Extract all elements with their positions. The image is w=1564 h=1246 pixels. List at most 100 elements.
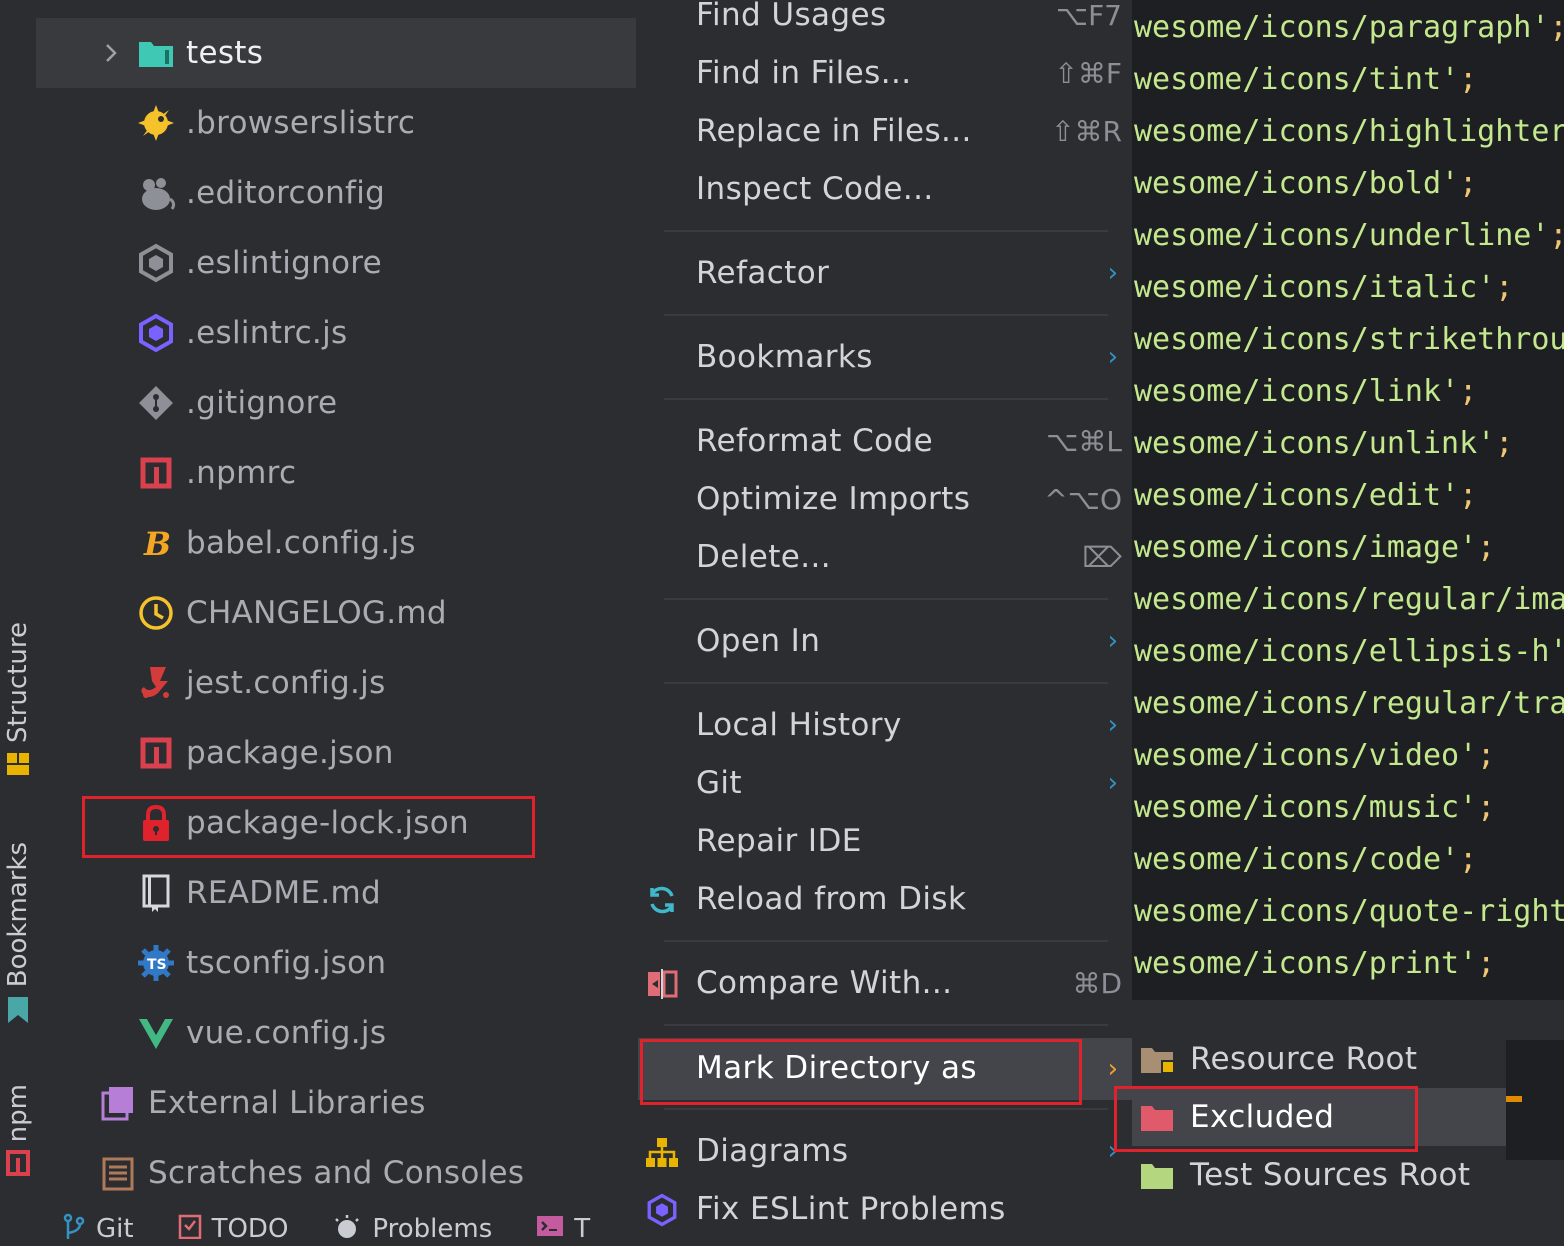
tree-item-label: babel.config.js — [186, 525, 416, 561]
tree-row-readme[interactable]: README.md — [36, 858, 636, 928]
submenu-item-resource-root[interactable]: Resource Root — [1132, 1030, 1506, 1088]
menu-item-bookmarks[interactable]: Bookmarks › — [638, 328, 1132, 386]
todo-tool-tab-label: TODO — [211, 1214, 289, 1244]
code-line: wesome/icons/regular/tra — [1134, 686, 1564, 721]
package-lock-highlight — [82, 796, 535, 858]
tree-item-label: .editorconfig — [186, 175, 386, 211]
context-menu: Find Usages ⌥F7 Find in Files... ⇧⌘F Rep… — [638, 0, 1132, 1246]
tree-row-changelog[interactable]: CHANGELOG.md — [36, 578, 636, 648]
tree-row-eslintrc[interactable]: .eslintrc.js — [36, 298, 636, 368]
menu-separator — [664, 682, 1108, 684]
tree-item-label: .eslintrc.js — [186, 315, 348, 351]
delete-key-icon: ⌦ — [1082, 540, 1122, 574]
menu-item-repair-ide[interactable]: Repair IDE — [638, 812, 1132, 870]
bookmarks-tab[interactable]: Bookmarks — [0, 842, 36, 1029]
tree-row-eslintignore[interactable]: .eslintignore — [36, 228, 636, 298]
tree-row-editorconfig[interactable]: .editorconfig — [36, 158, 636, 228]
menu-item-compare-with[interactable]: Compare With... ⌘D — [638, 954, 1132, 1012]
terminal-tool-tab[interactable]: T — [536, 1214, 590, 1245]
chevron-right-icon[interactable] — [98, 40, 124, 66]
menu-item-diagrams[interactable]: Diagrams › — [638, 1122, 1132, 1180]
vue-icon — [136, 1013, 176, 1053]
git-tool-tab[interactable]: Git — [62, 1213, 134, 1246]
code-line: wesome/icons/italic'; — [1134, 270, 1514, 305]
npm-icon — [6, 1150, 30, 1180]
menu-item-delete[interactable]: Delete... ⌦ — [638, 528, 1132, 586]
submenu-arrow-icon: › — [1107, 258, 1118, 288]
library-icon — [98, 1083, 138, 1123]
tree-row-browserslistrc[interactable]: .browserslistrc — [36, 88, 636, 158]
todo-icon — [178, 1213, 202, 1246]
eslint-icon — [644, 1192, 680, 1228]
eslint-ignore-icon — [136, 243, 176, 283]
menu-item-find-usages[interactable]: Find Usages ⌥F7 — [638, 0, 1132, 44]
menu-item-git[interactable]: Git › — [638, 754, 1132, 812]
editorconfig-icon — [136, 173, 176, 213]
tree-row-package-json[interactable]: package.json — [36, 718, 636, 788]
tree-row-external-libraries[interactable]: External Libraries — [36, 1068, 636, 1138]
tree-row-babel[interactable]: B babel.config.js — [36, 508, 636, 578]
submenu-arrow-icon: › — [1107, 342, 1118, 372]
babel-icon: B — [136, 523, 176, 563]
bookmark-icon — [6, 995, 30, 1029]
eslint-icon — [136, 313, 176, 353]
menu-separator — [664, 940, 1108, 942]
tree-row-gitignore[interactable]: .gitignore — [36, 368, 636, 438]
menu-item-refactor[interactable]: Refactor › — [638, 244, 1132, 302]
git-tool-tab-label: Git — [96, 1214, 134, 1244]
browserslist-icon — [136, 103, 176, 143]
problems-tool-tab-label: Problems — [372, 1214, 493, 1244]
menu-item-local-history[interactable]: Local History › — [638, 696, 1132, 754]
structure-icon — [6, 751, 30, 781]
code-line: wesome/icons/strikethrou — [1134, 322, 1564, 357]
resource-root-folder-icon — [1140, 1042, 1176, 1076]
tree-item-label: Scratches and Consoles — [148, 1155, 525, 1191]
code-line: wesome/icons/bold'; — [1134, 166, 1478, 201]
tree-row-npmrc[interactable]: .npmrc — [36, 438, 636, 508]
tree-row-vue-config[interactable]: vue.config.js — [36, 998, 636, 1068]
reload-icon — [644, 882, 680, 918]
menu-item-reformat-code[interactable]: Reformat Code ⌥⌘L — [638, 412, 1132, 470]
code-editor[interactable]: wesome/icons/paragraph'; wesome/icons/ti… — [1132, 0, 1564, 1000]
bookmarks-tab-label: Bookmarks — [3, 842, 33, 988]
code-line: wesome/icons/regular/ima — [1134, 582, 1564, 617]
code-line: wesome/icons/music'; — [1134, 790, 1496, 825]
menu-separator — [664, 598, 1108, 600]
tree-row-tests[interactable]: tests — [36, 18, 636, 88]
project-tree: tests .browserslistrc .editorconfig .esl… — [36, 0, 638, 1210]
menu-item-inspect-code[interactable]: Inspect Code... — [638, 160, 1132, 218]
submenu-item-test-sources-root[interactable]: Test Sources Root — [1132, 1146, 1506, 1204]
menu-separator — [664, 1024, 1108, 1026]
npm-tab-label: npm — [3, 1084, 33, 1143]
structure-tab[interactable]: Structure — [0, 622, 36, 781]
problems-icon — [332, 1213, 362, 1246]
submenu-arrow-icon: › — [1107, 626, 1118, 656]
menu-item-find-in-files[interactable]: Find in Files... ⇧⌘F — [638, 44, 1132, 102]
tree-row-tsconfig[interactable]: TS tsconfig.json — [36, 928, 636, 998]
tree-item-label: CHANGELOG.md — [186, 595, 447, 631]
menu-item-fix-eslint-problems[interactable]: Fix ESLint Problems — [638, 1180, 1132, 1238]
code-line: wesome/icons/ellipsis-h' — [1134, 634, 1564, 669]
npm-icon — [136, 733, 176, 773]
code-line: wesome/icons/paragraph'; — [1134, 10, 1564, 45]
menu-separator — [664, 398, 1108, 400]
git-icon — [136, 383, 176, 423]
jest-icon — [136, 663, 176, 703]
submenu-arrow-icon: › — [1107, 710, 1118, 740]
compare-icon — [644, 966, 680, 1002]
excluded-highlight — [1114, 1086, 1418, 1152]
tree-row-jest[interactable]: jest.config.js — [36, 648, 636, 718]
problems-tool-tab[interactable]: Problems — [332, 1213, 492, 1246]
tree-row-scratches[interactable]: Scratches and Consoles — [36, 1138, 636, 1208]
menu-item-open-in[interactable]: Open In › — [638, 612, 1132, 670]
todo-tool-tab[interactable]: TODO — [178, 1213, 289, 1246]
npm-tab[interactable]: npm — [0, 1084, 36, 1180]
menu-item-reload-from-disk[interactable]: Reload from Disk — [638, 870, 1132, 928]
menu-item-replace-in-files[interactable]: Replace in Files... ⇧⌘R — [638, 102, 1132, 160]
tree-item-label: jest.config.js — [186, 665, 386, 701]
menu-item-optimize-imports[interactable]: Optimize Imports ^⌥O — [638, 470, 1132, 528]
structure-tab-label: Structure — [3, 622, 33, 743]
terminal-icon — [536, 1214, 564, 1245]
tree-item-label: vue.config.js — [186, 1015, 387, 1051]
code-line: wesome/icons/highlighter — [1134, 114, 1564, 149]
